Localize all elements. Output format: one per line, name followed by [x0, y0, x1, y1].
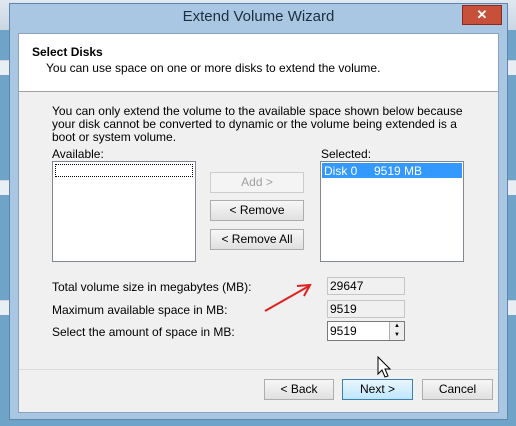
back-button[interactable]: < Back — [264, 379, 334, 400]
max-space-label: Maximum available space in MB: — [52, 303, 228, 317]
selected-listbox[interactable]: Disk 0 9519 MB — [320, 161, 464, 262]
available-label: Available: — [52, 147, 104, 161]
max-space-field: 9519 — [327, 300, 405, 318]
add-button[interactable]: Add > — [210, 172, 304, 193]
red-arrow-icon — [264, 283, 312, 312]
description-text: You can only extend the volume to the av… — [52, 104, 463, 144]
focus-rectangle — [55, 164, 193, 177]
next-button[interactable]: Next > — [342, 379, 413, 400]
amount-stepper[interactable]: 9519 ▲ ▼ — [327, 321, 405, 341]
close-icon: ✕ — [476, 7, 488, 22]
disk-size: 9519 MB — [374, 164, 423, 178]
wizard-client-area: Select Disks You can use space on one or… — [18, 33, 499, 413]
mouse-pointer-icon — [377, 356, 392, 378]
amount-label: Select the amount of space in MB: — [52, 325, 235, 339]
remove-all-button[interactable]: < Remove All — [210, 229, 304, 250]
list-item[interactable]: Disk 0 9519 MB — [322, 163, 462, 178]
footer-divider — [19, 369, 498, 370]
selected-label: Selected: — [321, 147, 372, 161]
total-size-label: Total volume size in megabytes (MB): — [52, 280, 252, 294]
page-subtitle: You can use space on one or more disks t… — [46, 61, 381, 75]
page-title: Select Disks — [32, 45, 103, 59]
disk-name: Disk 0 — [324, 164, 358, 178]
cancel-button[interactable]: Cancel — [422, 379, 493, 400]
wizard-header: Select Disks You can use space on one or… — [19, 34, 498, 92]
available-listbox[interactable] — [52, 161, 196, 262]
wizard-window: Extend Volume Wizard ✕ Select Disks You … — [9, 3, 508, 420]
total-size-field: 29647 — [327, 277, 405, 295]
window-title: Extend Volume Wizard — [182, 8, 335, 25]
remove-button[interactable]: < Remove — [210, 200, 304, 221]
spin-down-icon[interactable]: ▼ — [389, 331, 404, 340]
amount-value: 9519 — [330, 324, 357, 338]
close-button[interactable]: ✕ — [462, 5, 502, 25]
